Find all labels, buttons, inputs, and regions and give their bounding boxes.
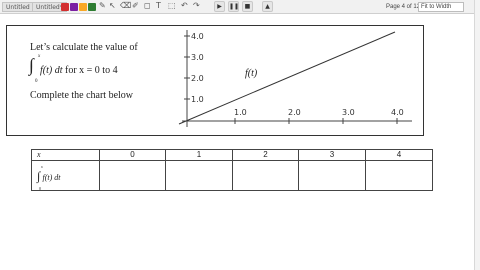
value-cell[interactable] [365, 160, 433, 191]
app-toolbar: Untitled Untitled* ✎ ↖ ⌫ ✐ ◻ T ⬚ ↶ ↷ ▶ ❚… [0, 0, 480, 14]
shape-icon[interactable]: ◻ [144, 1, 151, 11]
highlighter-icon[interactable]: ✐ [132, 1, 139, 11]
problem-panel: Let’s calculate the value of ∫ x 0 f(t) … [6, 25, 424, 136]
pen-icon[interactable]: ✎ [99, 1, 106, 11]
row-lower-limit: 0 [39, 186, 41, 191]
values-table: x 0 1 2 3 4 ∫ x 0 f(t) dt [31, 149, 433, 191]
header-x-label: x [31, 149, 100, 161]
pause-button[interactable]: ❚❚ [228, 1, 239, 12]
eject-button[interactable]: ▲ [262, 1, 273, 12]
y-tick-label-2: 2.0 [191, 74, 204, 83]
page-indicator: Page 4 of 12 [386, 4, 421, 10]
table-header-row: x 0 1 2 3 4 [31, 149, 433, 161]
function-graph: 1.0 2.0 3.0 4.0 4.0 3.0 2.0 1.0 f(t) [178, 30, 412, 127]
undo-icon[interactable]: ↶ [181, 1, 188, 11]
color-swatch-yellow[interactable] [79, 3, 87, 11]
zoom-select[interactable]: Fit to Width [418, 2, 464, 12]
table-row: ∫ x 0 f(t) dt [31, 160, 433, 191]
column-header: 3 [298, 149, 366, 161]
column-header: 2 [232, 149, 299, 161]
redo-icon[interactable]: ↷ [193, 1, 200, 11]
row-integrand: f(t) dt [42, 172, 61, 182]
column-header: 1 [165, 149, 233, 161]
tab-untitled-1[interactable]: Untitled [2, 2, 34, 12]
text-icon[interactable]: T [156, 1, 161, 11]
stop-button[interactable]: ■ [242, 1, 253, 12]
y-tick-label-3: 3.0 [191, 53, 204, 62]
function-label: f(t) [245, 68, 258, 79]
value-cell[interactable] [298, 160, 366, 191]
x-tick-label-1: 1.0 [234, 108, 247, 117]
column-header: 4 [365, 149, 433, 161]
column-header: 0 [99, 149, 166, 161]
row-integral-sign: ∫ [37, 168, 41, 183]
right-scrollbar[interactable] [474, 0, 480, 270]
integral-row-label: ∫ x 0 f(t) dt [31, 160, 100, 191]
y-tick-label-4: 4.0 [191, 32, 204, 41]
x-tick-label-2: 2.0 [288, 108, 301, 117]
value-cell[interactable] [165, 160, 233, 191]
color-swatch-red[interactable] [61, 3, 69, 11]
row-upper-limit: x [41, 164, 43, 169]
color-swatch-purple[interactable] [70, 3, 78, 11]
value-cell[interactable] [99, 160, 166, 191]
play-button[interactable]: ▶ [214, 1, 225, 12]
value-cell[interactable] [232, 160, 299, 191]
function-line [178, 31, 396, 125]
color-swatch-green[interactable] [88, 3, 96, 11]
eraser-icon[interactable]: ⌫ [120, 1, 131, 11]
x-tick-label-4: 4.0 [391, 108, 404, 117]
select-icon[interactable]: ⬚ [168, 1, 176, 11]
x-tick-label-3: 3.0 [342, 108, 355, 117]
pointer-icon[interactable]: ↖ [109, 1, 116, 11]
y-tick-label-1: 1.0 [191, 95, 204, 104]
